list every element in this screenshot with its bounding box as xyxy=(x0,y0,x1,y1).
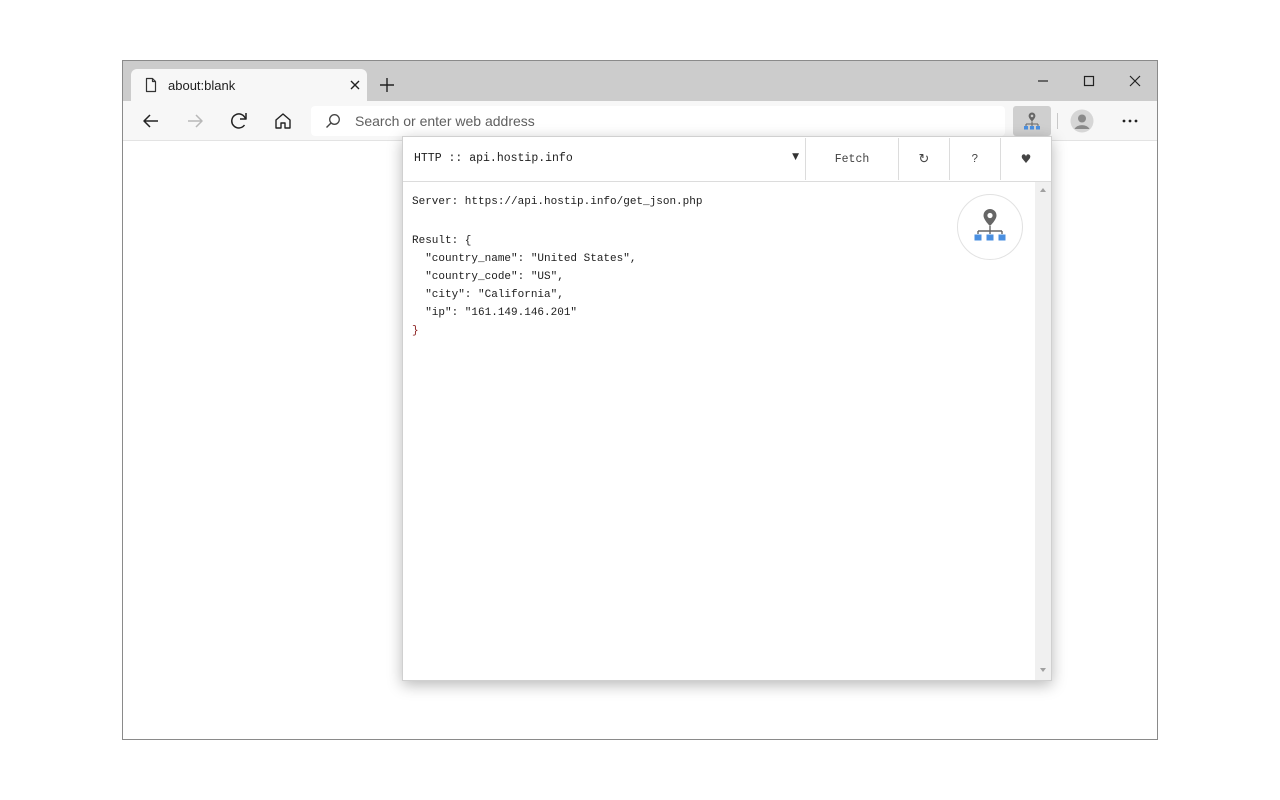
result-panel: Server: https://api.hostip.info/get_json… xyxy=(403,182,1035,680)
refresh-button[interactable] xyxy=(226,108,252,134)
minimize-icon[interactable] xyxy=(1033,71,1053,91)
close-window-icon[interactable] xyxy=(1125,71,1145,91)
service-select-value: HTTP :: api.hostip.info xyxy=(414,152,573,165)
server-line: Server: https://api.hostip.info/get_json… xyxy=(412,196,703,208)
result-field-ip: "ip": "161.149.146.201" xyxy=(425,307,578,319)
result-field-country-code: "country_code": "US", xyxy=(425,271,564,283)
address-input[interactable] xyxy=(355,109,975,133)
location-network-icon xyxy=(1024,112,1040,130)
popup-controls: HTTP :: api.hostip.info ▼ Fetch ↻ ? ♥ xyxy=(403,137,1051,182)
result-json: Result: { "country_name": "United States… xyxy=(412,232,636,340)
result-close: } xyxy=(412,325,419,337)
close-tab-icon[interactable] xyxy=(345,75,365,95)
title-bar: about:blank xyxy=(123,61,1157,101)
extension-popup: HTTP :: api.hostip.info ▼ Fetch ↻ ? ♥ Se… xyxy=(402,136,1052,681)
heart-icon[interactable]: ♥ xyxy=(1001,138,1051,180)
home-button[interactable] xyxy=(270,108,296,134)
page-icon xyxy=(145,77,157,93)
search-icon xyxy=(326,114,340,128)
tab-title: about:blank xyxy=(168,78,236,93)
result-field-city: "city": "California", xyxy=(425,289,564,301)
new-tab-icon[interactable] xyxy=(377,75,397,95)
toolbar xyxy=(123,101,1157,141)
maximize-icon[interactable] xyxy=(1079,71,1099,91)
fetch-button[interactable]: Fetch xyxy=(806,138,899,180)
toolbar-separator xyxy=(1057,113,1058,129)
scrollbar[interactable] xyxy=(1035,182,1051,680)
extension-button[interactable] xyxy=(1013,106,1051,136)
browser-tab[interactable]: about:blank xyxy=(131,69,367,101)
result-open: Result: { xyxy=(412,235,472,247)
extension-logo xyxy=(957,194,1023,260)
forward-button[interactable] xyxy=(182,108,208,134)
scroll-up-icon[interactable] xyxy=(1039,186,1047,194)
help-button[interactable]: ? xyxy=(950,138,1001,180)
chevron-down-icon: ▼ xyxy=(792,152,799,162)
more-menu-icon[interactable] xyxy=(1117,111,1143,131)
service-select[interactable]: HTTP :: api.hostip.info ▼ xyxy=(404,138,806,180)
refresh-icon[interactable]: ↻ xyxy=(899,138,950,180)
scroll-down-icon[interactable] xyxy=(1039,666,1047,674)
result-field-country-name: "country_name": "United States", xyxy=(425,253,637,265)
address-bar[interactable] xyxy=(311,106,1005,136)
back-button[interactable] xyxy=(138,108,164,134)
profile-icon[interactable] xyxy=(1070,109,1094,133)
location-network-logo-icon xyxy=(974,209,1006,241)
